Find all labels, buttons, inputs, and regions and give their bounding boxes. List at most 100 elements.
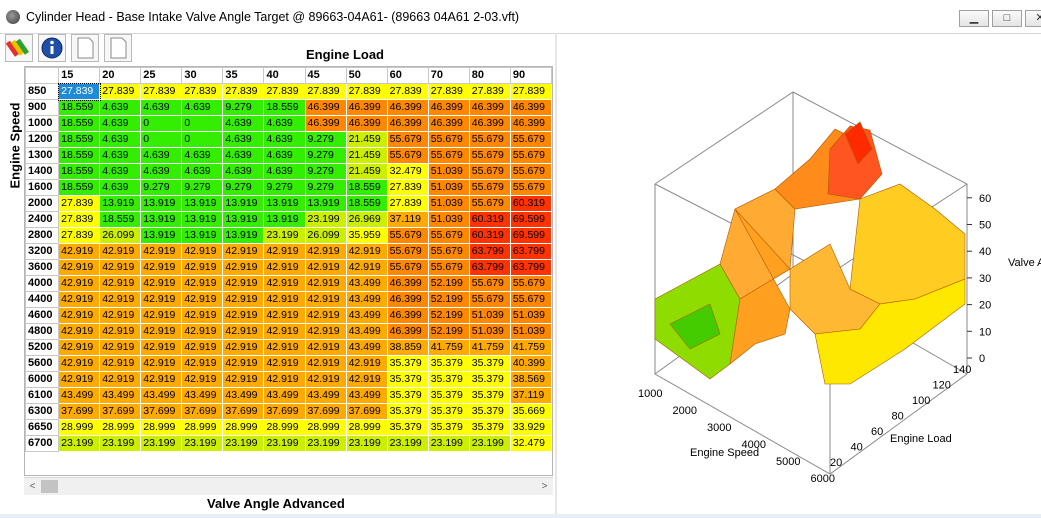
table-cell[interactable]: 21.459: [345, 131, 388, 148]
table-cell[interactable]: 4.639: [263, 115, 306, 132]
table-cell[interactable]: 46.399: [468, 115, 511, 132]
row-header[interactable]: 6300: [25, 403, 60, 420]
table-cell[interactable]: 13.919: [222, 227, 265, 244]
table-cell[interactable]: 43.499: [345, 339, 388, 356]
table-cell[interactable]: 4.639: [99, 163, 142, 180]
table-cell[interactable]: 4.639: [181, 147, 224, 164]
row-header[interactable]: 1600: [25, 179, 60, 196]
table-cell[interactable]: 42.919: [222, 275, 265, 292]
table-cell[interactable]: 35.379: [386, 419, 429, 436]
table-cell[interactable]: 55.679: [468, 275, 511, 292]
table-cell[interactable]: 27.839: [263, 83, 306, 100]
table-cell[interactable]: 27.839: [57, 82, 101, 101]
table-cell[interactable]: 42.919: [181, 323, 224, 340]
table-cell[interactable]: 42.919: [58, 259, 101, 276]
table-cell[interactable]: 42.919: [263, 307, 306, 324]
table-cell[interactable]: 52.199: [427, 291, 470, 308]
table-cell[interactable]: 43.499: [58, 387, 101, 404]
table-cell[interactable]: 4.639: [99, 99, 142, 116]
table-cell[interactable]: 23.199: [345, 435, 388, 452]
table-cell[interactable]: 35.379: [386, 371, 429, 388]
table-cell[interactable]: 51.039: [509, 323, 552, 340]
table-cell[interactable]: 23.199: [304, 211, 347, 228]
table-cell[interactable]: 42.919: [304, 259, 347, 276]
table-cell[interactable]: 4.639: [222, 131, 265, 148]
table-cell[interactable]: 4.639: [99, 131, 142, 148]
table-cell[interactable]: 51.039: [427, 195, 470, 212]
table-cell[interactable]: 46.399: [509, 99, 552, 116]
table-cell[interactable]: 46.399: [468, 99, 511, 116]
table-cell[interactable]: 55.679: [427, 243, 470, 260]
table-cell[interactable]: 69.599: [509, 227, 552, 244]
table-cell[interactable]: 4.639: [263, 147, 306, 164]
table-cell[interactable]: 27.839: [386, 179, 429, 196]
table-cell[interactable]: 42.919: [263, 275, 306, 292]
table-cell[interactable]: 21.459: [345, 147, 388, 164]
table-cell[interactable]: 42.919: [304, 275, 347, 292]
row-header[interactable]: 6000: [25, 371, 60, 388]
table-cell[interactable]: 23.199: [181, 435, 224, 452]
table-cell[interactable]: 18.559: [58, 131, 101, 148]
column-header[interactable]: 60: [386, 67, 429, 84]
table-cell[interactable]: 37.699: [304, 403, 347, 420]
table-cell[interactable]: 43.499: [345, 307, 388, 324]
table-cell[interactable]: 27.839: [58, 195, 101, 212]
horizontal-scrollbar[interactable]: < >: [24, 477, 553, 495]
table-cell[interactable]: 18.559: [58, 99, 101, 116]
table-cell[interactable]: 4.639: [140, 163, 183, 180]
table-cell[interactable]: 55.679: [468, 195, 511, 212]
table-cell[interactable]: 4.639: [181, 163, 224, 180]
table-cell[interactable]: 27.839: [386, 83, 429, 100]
table-cell[interactable]: 55.679: [468, 179, 511, 196]
table-cell[interactable]: 51.039: [427, 163, 470, 180]
table-cell[interactable]: 28.999: [99, 419, 142, 436]
column-header[interactable]: 90: [509, 67, 552, 84]
column-header[interactable]: 20: [99, 67, 142, 84]
table-cell[interactable]: 42.919: [222, 355, 265, 372]
table-cell[interactable]: 4.639: [140, 99, 183, 116]
table-cell[interactable]: 9.279: [222, 179, 265, 196]
table-cell[interactable]: 18.559: [99, 211, 142, 228]
table-cell[interactable]: 35.379: [427, 387, 470, 404]
table-cell[interactable]: 42.919: [181, 339, 224, 356]
table-cell[interactable]: 42.919: [181, 259, 224, 276]
table-cell[interactable]: 42.919: [58, 275, 101, 292]
row-header[interactable]: 4000: [25, 275, 60, 292]
table-cell[interactable]: 18.559: [58, 163, 101, 180]
table-cell[interactable]: 26.099: [304, 227, 347, 244]
table-cell[interactable]: 37.699: [140, 403, 183, 420]
table-cell[interactable]: 4.639: [222, 147, 265, 164]
table-cell[interactable]: 55.679: [427, 131, 470, 148]
table-cell[interactable]: 42.919: [222, 259, 265, 276]
table-cell[interactable]: 23.199: [263, 227, 306, 244]
table-cell[interactable]: 38.569: [509, 371, 552, 388]
table-cell[interactable]: 32.479: [509, 435, 552, 452]
table-cell[interactable]: 55.679: [468, 131, 511, 148]
table-cell[interactable]: 55.679: [509, 131, 552, 148]
table-cell[interactable]: 42.919: [140, 355, 183, 372]
table-cell[interactable]: 55.679: [386, 243, 429, 260]
table-cell[interactable]: 28.999: [304, 419, 347, 436]
table-cell[interactable]: 52.199: [427, 323, 470, 340]
table-cell[interactable]: 42.919: [222, 371, 265, 388]
table-cell[interactable]: 42.919: [140, 275, 183, 292]
table-cell[interactable]: 42.919: [140, 339, 183, 356]
row-header[interactable]: 3200: [25, 243, 60, 260]
table-cell[interactable]: 42.919: [345, 243, 388, 260]
table-cell[interactable]: 52.199: [427, 307, 470, 324]
table-cell[interactable]: 27.839: [222, 83, 265, 100]
table-cell[interactable]: 42.919: [140, 291, 183, 308]
table-cell[interactable]: 35.379: [468, 419, 511, 436]
table-cell[interactable]: 23.199: [304, 435, 347, 452]
table-cell[interactable]: 18.559: [58, 179, 101, 196]
table-cell[interactable]: 18.559: [58, 147, 101, 164]
table-cell[interactable]: 42.919: [140, 243, 183, 260]
row-header[interactable]: 4800: [25, 323, 60, 340]
table-cell[interactable]: 69.599: [509, 211, 552, 228]
table-cell[interactable]: 41.759: [427, 339, 470, 356]
table-cell[interactable]: 13.919: [263, 211, 306, 228]
table-cell[interactable]: 42.919: [222, 291, 265, 308]
table-cell[interactable]: 27.839: [99, 83, 142, 100]
table-cell[interactable]: 13.919: [181, 211, 224, 228]
table-cell[interactable]: 28.999: [263, 419, 306, 436]
